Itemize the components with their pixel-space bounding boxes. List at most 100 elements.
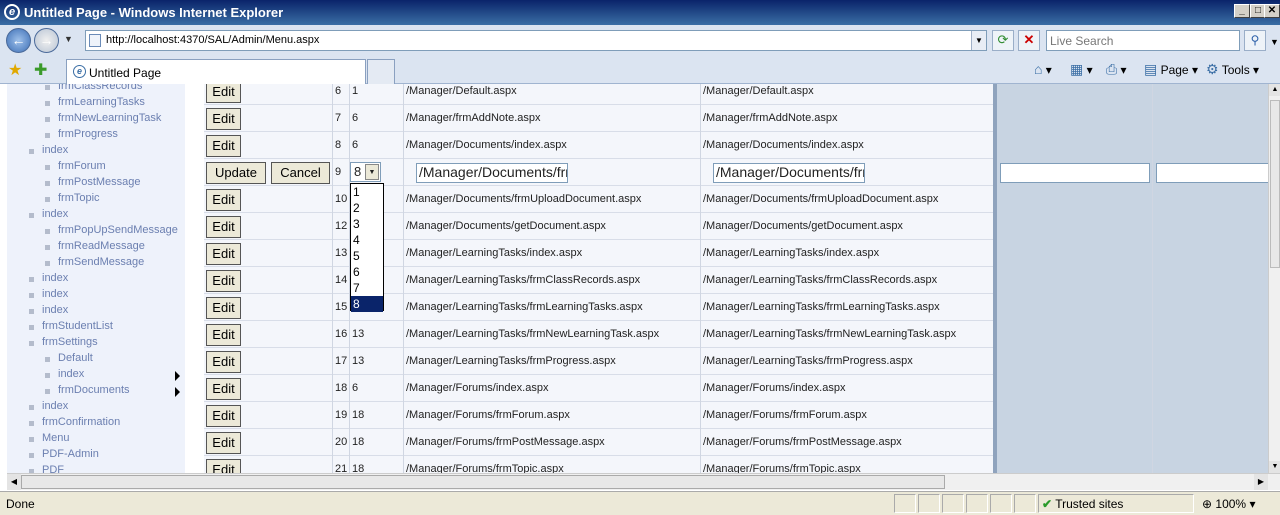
dropdown-option[interactable]: 8 (351, 296, 383, 312)
page-icon (89, 34, 101, 47)
refresh-button[interactable]: ⟳ (992, 30, 1014, 51)
recent-pages-dropdown-icon[interactable]: ▼ (64, 34, 73, 44)
tree-item[interactable]: index (58, 368, 84, 380)
scroll-down-icon[interactable]: ▼ (1269, 461, 1280, 473)
tools-menu[interactable]: ⚙ Tools ▾ (1206, 61, 1259, 78)
chevron-down-icon[interactable]: ▼ (365, 164, 379, 180)
add-favorite-icon[interactable]: ✚ (34, 60, 47, 80)
edit-button[interactable]: Edit (206, 216, 241, 238)
tree-item[interactable]: frmSettings (42, 336, 98, 348)
tree-item[interactable]: frmReadMessage (58, 240, 145, 252)
horizontal-scroll-thumb[interactable] (21, 475, 945, 489)
favorites-star-icon[interactable]: ★ (8, 60, 22, 80)
close-button[interactable]: ✕ (1264, 4, 1280, 18)
tree-bullet-icon (45, 197, 50, 202)
edit-button[interactable]: Edit (206, 324, 241, 346)
edit-button[interactable]: Edit (206, 135, 241, 157)
tree-item[interactable]: frmTopic (58, 192, 100, 204)
tree-item[interactable]: frmConfirmation (42, 416, 120, 428)
path-cell: /Manager/LearningTasks/frmProgress.aspx (404, 348, 701, 375)
edit-button[interactable]: Edit (206, 297, 241, 319)
tree-item[interactable]: frmDocuments (58, 384, 130, 396)
parent-dropdown-list[interactable]: 12345678 (350, 183, 384, 312)
edit-button[interactable]: Edit (206, 459, 241, 473)
edit-button[interactable]: Edit (206, 108, 241, 130)
tree-bullet-icon (29, 437, 34, 442)
extra-input-1[interactable] (1000, 163, 1150, 183)
tree-item[interactable]: frmSendMessage (58, 256, 144, 268)
tree-item[interactable]: Menu (42, 432, 70, 444)
tree-item[interactable]: index (42, 400, 68, 412)
dropdown-option[interactable]: 5 (351, 248, 383, 264)
dropdown-option[interactable]: 2 (351, 200, 383, 216)
stop-button[interactable]: ✕ (1018, 30, 1040, 51)
search-input[interactable]: Live Search (1046, 30, 1240, 51)
path-value: /Manager/LearningTasks/frmLearningTasks.… (406, 301, 643, 313)
scroll-right-icon[interactable]: ▶ (1254, 474, 1268, 490)
dropdown-option[interactable]: 4 (351, 232, 383, 248)
tree-item[interactable]: frmPopUpSendMessage (58, 224, 178, 236)
edit-button[interactable]: Edit (206, 243, 241, 265)
vertical-scrollbar[interactable]: ▲ ▼ (1268, 84, 1280, 473)
scroll-left-icon[interactable]: ◀ (7, 474, 21, 490)
address-bar[interactable]: http://localhost:4370/SAL/Admin/Menu.asp… (85, 30, 987, 51)
tree-item[interactable]: index (42, 272, 68, 284)
tree-item[interactable]: frmPostMessage (58, 176, 141, 188)
tab-untitled-page[interactable]: e Untitled Page (66, 59, 366, 84)
tree-item[interactable]: index (42, 208, 68, 220)
security-zone: ✔ Trusted sites (1042, 497, 1123, 511)
zoom-control[interactable]: ⊕ 100% ▾ (1202, 497, 1255, 511)
edit-button[interactable]: Edit (206, 84, 241, 103)
edit-button[interactable]: Edit (206, 270, 241, 292)
edit-button[interactable]: Edit (206, 405, 241, 427)
parent-value: 1 (352, 85, 359, 97)
search-options-icon[interactable]: ▼ (1270, 37, 1279, 47)
tree-item[interactable]: Default (58, 352, 93, 364)
parent-select[interactable]: 8 ▼ (350, 162, 381, 182)
back-button[interactable]: ← (6, 28, 31, 53)
dropdown-option[interactable]: 7 (351, 280, 383, 296)
vertical-scroll-thumb[interactable] (1270, 100, 1280, 268)
horizontal-scrollbar[interactable]: ◀ ▶ (7, 473, 1280, 490)
tree-bullet-icon (45, 165, 50, 170)
minimize-button[interactable]: _ (1234, 4, 1250, 18)
search-icon[interactable]: ⚲ (1244, 30, 1266, 51)
extra-input-2[interactable] (1156, 163, 1279, 183)
edit-button[interactable]: Edit (206, 432, 241, 454)
page-menu[interactable]: ▤ Page ▾ (1144, 61, 1198, 78)
tree-item[interactable]: frmStudentList (42, 320, 113, 332)
tree-item[interactable]: frmForum (58, 160, 106, 172)
tree-item[interactable]: index (42, 288, 68, 300)
edit-button[interactable]: Edit (206, 351, 241, 373)
dropdown-option[interactable]: 3 (351, 216, 383, 232)
parent-value: 13 (352, 355, 365, 367)
tree-item[interactable]: frmLearningTasks (58, 96, 145, 108)
tree-bullet-icon (29, 421, 34, 426)
tree-item[interactable]: PDF (42, 464, 64, 473)
edit-button[interactable]: Edit (206, 189, 241, 211)
url-input[interactable]: /Manager/Documents/frmI (713, 163, 865, 183)
tree-item[interactable]: frmClassRecords (58, 84, 142, 92)
tree-item[interactable]: index (42, 304, 68, 316)
address-dropdown-icon[interactable]: ▼ (971, 31, 986, 50)
new-tab-button[interactable] (367, 59, 395, 84)
tree-bullet-icon (29, 341, 34, 346)
edit-button[interactable]: Edit (206, 378, 241, 400)
feeds-button[interactable]: ▦ ▾ (1070, 61, 1093, 78)
home-button[interactable]: ⌂ ▾ (1034, 61, 1052, 77)
cancel-button[interactable]: Cancel (271, 162, 330, 184)
parent-cell: 1 (350, 84, 404, 105)
tree-item[interactable]: frmNewLearningTask (58, 112, 161, 124)
trusted-check-icon: ✔ (1042, 497, 1053, 511)
tree-item[interactable]: index (42, 144, 68, 156)
update-button[interactable]: Update (206, 162, 266, 184)
extra-cell (1153, 429, 1280, 456)
dropdown-option[interactable]: 6 (351, 264, 383, 280)
tree-item[interactable]: PDF-Admin (42, 448, 99, 460)
tree-item[interactable]: frmProgress (58, 128, 118, 140)
scroll-up-icon[interactable]: ▲ (1269, 84, 1280, 96)
path-input[interactable]: /Manager/Documents/frmI (416, 163, 568, 183)
forward-button[interactable]: → (34, 28, 59, 53)
dropdown-option[interactable]: 1 (351, 184, 383, 200)
print-button[interactable]: ⎙ ▾ (1106, 61, 1127, 78)
